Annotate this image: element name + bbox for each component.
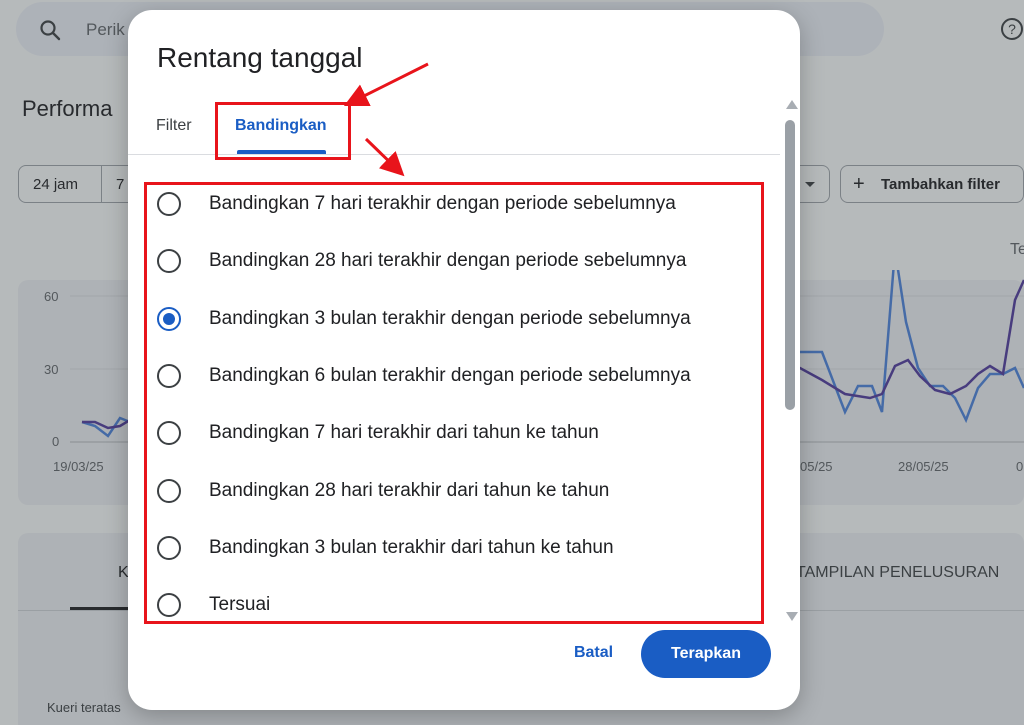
- apply-button[interactable]: Terapkan: [641, 630, 771, 678]
- scroll-down-icon[interactable]: [786, 612, 798, 621]
- dialog-title: Rentang tanggal: [157, 42, 363, 73]
- annotation-box-tab: [215, 102, 351, 160]
- tab-filter[interactable]: Filter: [156, 117, 192, 135]
- scrollbar[interactable]: [783, 100, 798, 625]
- scrollbar-thumb[interactable]: [785, 120, 795, 410]
- scroll-up-icon[interactable]: [786, 100, 798, 109]
- annotation-box-options: [144, 182, 764, 624]
- cancel-button[interactable]: Batal: [556, 630, 631, 676]
